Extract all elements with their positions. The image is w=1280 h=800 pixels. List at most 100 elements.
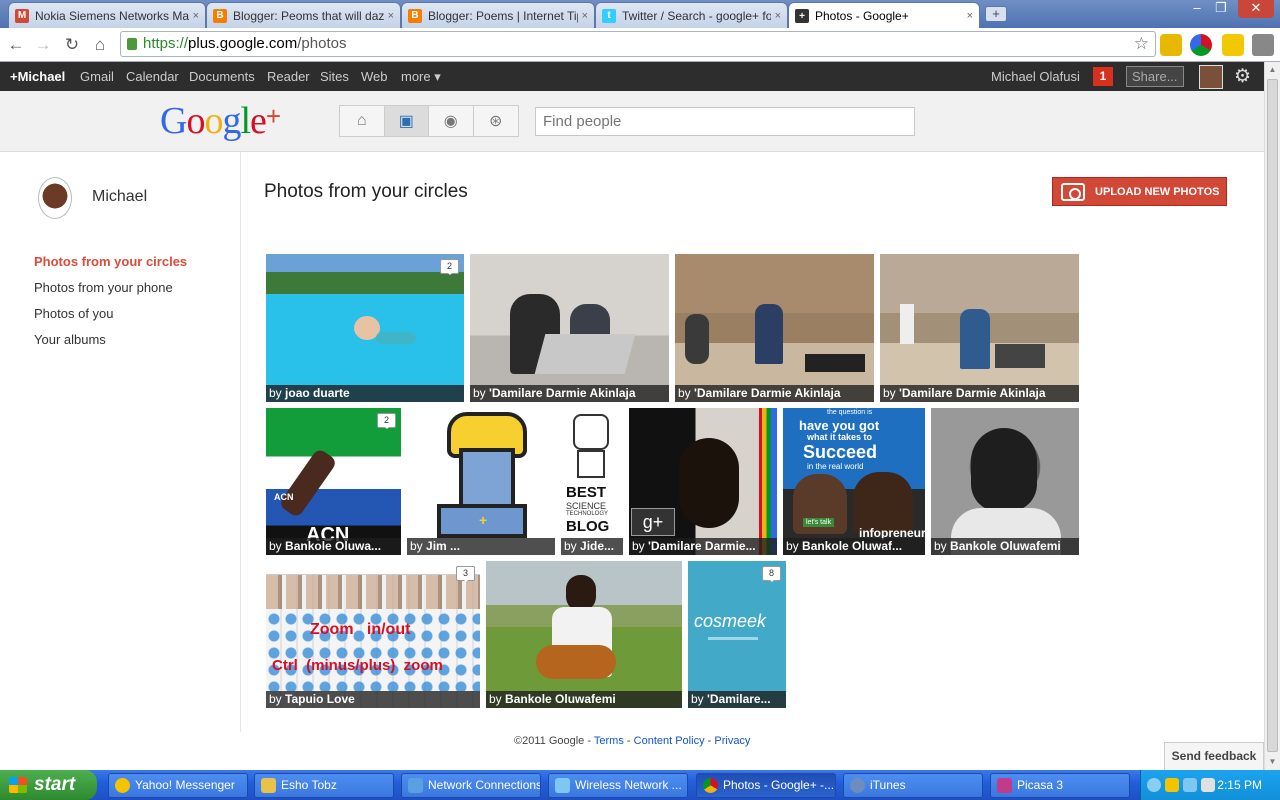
sidebar: Michael Photos from your circles Photos …: [0, 152, 241, 732]
terms-link[interactable]: Terms: [594, 735, 624, 747]
maximize-button[interactable]: ❐: [1206, 0, 1236, 18]
forward-button[interactable]: →: [32, 34, 54, 56]
photo-tile[interactable]: cosmeek 8 by 'Damilare...: [688, 561, 786, 708]
browser-tab[interactable]: M Nokia Siemens Networks Mail ×: [8, 2, 206, 28]
photo-tile[interactable]: by 'Damilare Darmie Akinlaja: [675, 254, 874, 402]
photo-tile[interactable]: by 'Damilare Darmie Akinlaja: [880, 254, 1079, 402]
taskbar-item-wireless-network[interactable]: Wireless Network ...: [548, 773, 688, 798]
gbar-item-more[interactable]: more ▾: [401, 69, 441, 85]
new-tab-button[interactable]: +: [985, 6, 1007, 22]
google-bar: +Michael Gmail Calendar Documents Reader…: [0, 62, 1264, 91]
photo-tile[interactable]: + by Jim ...: [407, 408, 555, 555]
sidebar-item-your-albums[interactable]: Your albums: [34, 332, 106, 347]
content-policy-link[interactable]: Content Policy: [634, 735, 705, 747]
close-icon[interactable]: ×: [193, 10, 199, 22]
screen: M Nokia Siemens Networks Mail × B Blogge…: [0, 0, 1280, 800]
scroll-up-arrow-icon[interactable]: ▲: [1265, 62, 1280, 78]
gbar-item-documents[interactable]: Documents: [189, 69, 255, 84]
photo-image: BEST SCIENCE TECHNOLOGY BLOG: [561, 408, 623, 555]
logo-letter: o: [186, 100, 205, 142]
windows-taskbar: start Yahoo! Messenger Esho Tobz Network…: [0, 770, 1280, 800]
gbar-item-calendar[interactable]: Calendar: [126, 69, 179, 84]
photo-tile[interactable]: ACN ACN 2 by Bankole Oluwa...: [266, 408, 401, 555]
camera-icon: [1061, 182, 1085, 201]
close-window-button[interactable]: ✕: [1238, 0, 1274, 18]
gbar-item-reader[interactable]: Reader: [267, 69, 310, 84]
taskbar-item-yahoo-messenger[interactable]: Yahoo! Messenger: [108, 773, 248, 798]
browser-tab[interactable]: B Blogger: Poems | Internet Tip ×: [401, 2, 595, 28]
system-tray: 2:15 PM: [1140, 770, 1280, 800]
gbar-item-web[interactable]: Web: [361, 69, 388, 84]
photo-caption: by 'Damilare Darmie Akinlaja: [675, 385, 874, 402]
tab-label: Photos - Google+: [815, 9, 909, 23]
wrench-icon[interactable]: [1252, 34, 1274, 56]
gbar-user-name[interactable]: Michael Olafusi: [991, 69, 1080, 84]
close-icon[interactable]: ×: [967, 10, 973, 22]
extension-picasa-icon[interactable]: [1190, 34, 1212, 56]
photo-tile[interactable]: by 'Damilare Darmie Akinlaja: [470, 254, 669, 402]
tab-label: Blogger: Poems | Internet Tip: [428, 8, 578, 23]
taskbar-item-chrome-photos[interactable]: Photos - Google+ -...: [696, 773, 836, 798]
photo-tile[interactable]: BEST SCIENCE TECHNOLOGY BLOG by Jide...: [561, 408, 623, 555]
page-scrollbar[interactable]: ▲ ▼: [1264, 62, 1280, 770]
bookmark-star-icon[interactable]: ☆: [1134, 32, 1149, 56]
home-button[interactable]: ⌂: [89, 34, 111, 56]
extension-mail-icon[interactable]: [1160, 34, 1182, 56]
photos-icon[interactable]: ▣: [384, 106, 429, 136]
close-icon[interactable]: ×: [388, 10, 394, 22]
back-button[interactable]: ←: [5, 34, 27, 56]
scroll-down-arrow-icon[interactable]: ▼: [1265, 754, 1280, 770]
url-scheme: https://: [143, 35, 189, 52]
taskbar-item-itunes[interactable]: iTunes: [843, 773, 983, 798]
address-bar[interactable]: https://plus.google.com/photos ☆: [120, 31, 1156, 57]
profile-icon[interactable]: ◉: [429, 106, 474, 136]
circles-icon[interactable]: ⊛: [473, 106, 518, 136]
photo-tile[interactable]: by Bankole Oluwafemi: [486, 561, 682, 708]
profile-avatar[interactable]: [38, 177, 72, 219]
privacy-link[interactable]: Privacy: [714, 735, 750, 747]
browser-tab[interactable]: B Blogger: Peoms that will daze ×: [206, 2, 401, 28]
tray-expand-icon[interactable]: [1147, 778, 1161, 792]
tray-messenger-icon[interactable]: [1165, 778, 1179, 792]
photo-tile[interactable]: g+ by 'Damilare Darmie...: [629, 408, 777, 555]
photo-tile[interactable]: 2 by joao duarte: [266, 254, 464, 402]
start-button[interactable]: start: [0, 770, 97, 800]
photo-tile[interactable]: by Bankole Oluwafemi: [931, 408, 1079, 555]
browser-tab-active[interactable]: + Photos - Google+ ×: [788, 2, 980, 29]
avatar[interactable]: [1199, 65, 1223, 89]
taskbar-item-esho-tobz[interactable]: Esho Tobz: [254, 773, 394, 798]
scrollbar-thumb[interactable]: [1267, 79, 1278, 752]
tray-volume-icon[interactable]: [1201, 778, 1215, 792]
gbar-item-gmail[interactable]: Gmail: [80, 69, 114, 84]
send-feedback-button[interactable]: Send feedback: [1164, 742, 1264, 770]
sidebar-item-photos-of-you[interactable]: Photos of you: [34, 306, 114, 321]
close-icon[interactable]: ×: [775, 10, 781, 22]
close-icon[interactable]: ×: [582, 10, 588, 22]
reload-button[interactable]: ↻: [61, 34, 83, 56]
photo-image: [880, 254, 1079, 402]
photo-image: [675, 254, 874, 402]
taskbar-item-network-connections[interactable]: Network Connections: [401, 773, 541, 798]
photo-caption: by Bankole Oluwafemi: [931, 538, 1079, 555]
share-button[interactable]: Share...: [1126, 66, 1184, 87]
sidebar-item-photos-from-circles[interactable]: Photos from your circles: [34, 254, 187, 269]
yahoo-messenger-icon: [115, 778, 130, 793]
gbar-item-sites[interactable]: Sites: [320, 69, 349, 84]
find-people-input[interactable]: [535, 107, 915, 136]
extension-phone-icon[interactable]: [1222, 34, 1244, 56]
profile-name[interactable]: Michael: [92, 188, 147, 206]
notification-count-badge[interactable]: 1: [1093, 67, 1113, 86]
upload-new-photos-button[interactable]: UPLOAD NEW PHOTOS: [1052, 177, 1227, 206]
gbar-item-plus-michael[interactable]: +Michael: [10, 69, 65, 84]
gear-icon[interactable]: ⚙: [1234, 65, 1251, 88]
taskbar-item-picasa[interactable]: Picasa 3: [990, 773, 1130, 798]
photo-tile[interactable]: Zoom in/out Ctrl (minus/plus) zoom 3 by …: [266, 561, 480, 708]
google-plus-logo[interactable]: Google+: [160, 99, 281, 143]
sidebar-item-photos-from-phone[interactable]: Photos from your phone: [34, 280, 173, 295]
tray-network-icon[interactable]: [1183, 778, 1197, 792]
photo-tile[interactable]: the question is have you got what it tak…: [783, 408, 925, 555]
home-icon[interactable]: ⌂: [340, 106, 385, 136]
page-footer: ©2011 Google - Terms - Content Policy - …: [514, 735, 751, 747]
logo-letter: l: [240, 100, 251, 142]
browser-tab[interactable]: t Twitter / Search - google+ for ×: [595, 2, 788, 28]
